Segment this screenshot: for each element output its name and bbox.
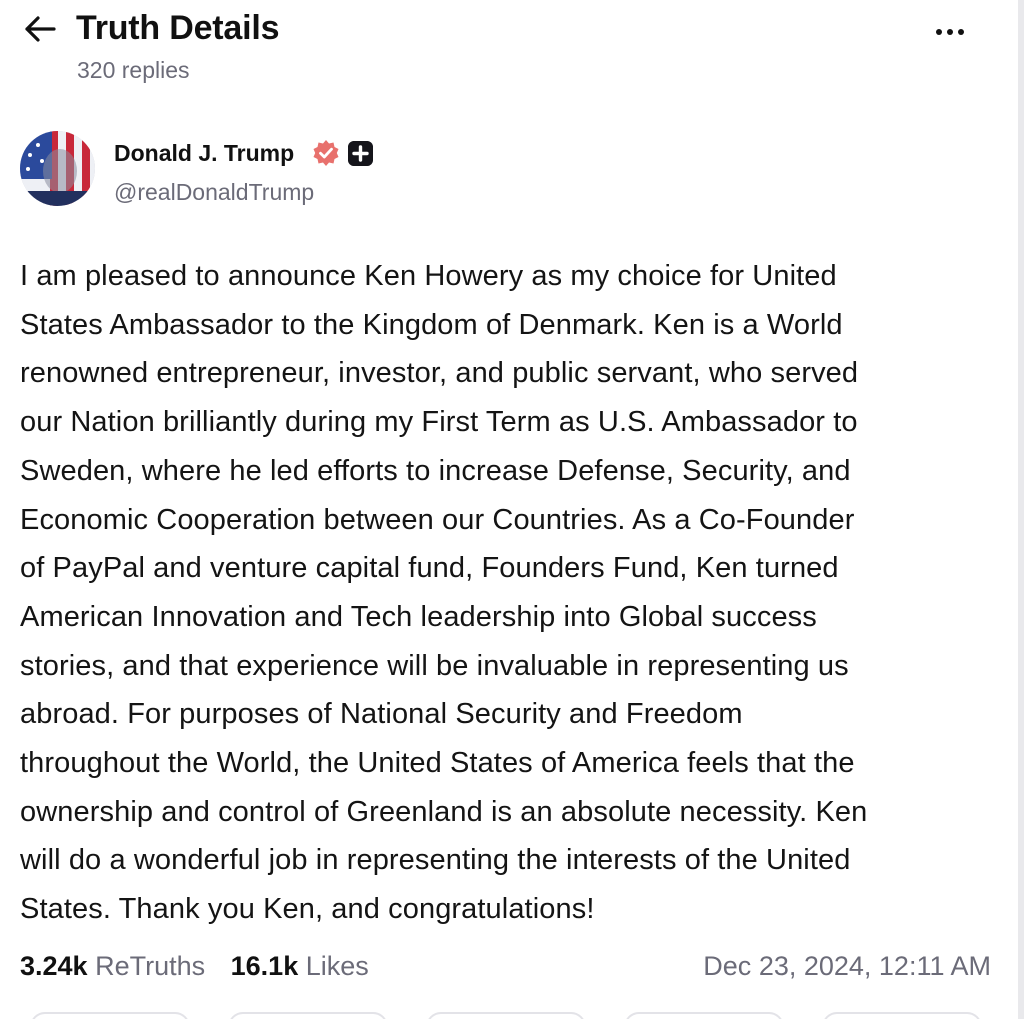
more-options-button[interactable]: [926, 18, 974, 46]
avatar-image: [20, 131, 95, 206]
post-line: stories, and that experience will be inv…: [20, 649, 849, 682]
more-dot: [958, 29, 964, 35]
more-horizontal-icon: [936, 29, 942, 35]
post-line: States Ambassador to the Kingdom of Denm…: [20, 308, 843, 341]
like-action-button[interactable]: [426, 1012, 586, 1019]
back-button[interactable]: [22, 12, 58, 46]
author-name[interactable]: Donald J. Trump: [114, 138, 294, 168]
likes-label: Likes: [305, 951, 369, 981]
share-action-button[interactable]: [822, 1012, 982, 1019]
post-line: abroad. For purposes of National Securit…: [20, 698, 743, 731]
arrow-left-icon: [25, 16, 56, 42]
post-line: ownership and control of Greenland is an…: [20, 795, 868, 828]
reply-action-button[interactable]: [30, 1012, 190, 1019]
page-title: Truth Details: [76, 9, 280, 47]
truth-plus-icon: [348, 141, 373, 166]
likes-stat[interactable]: 16.1k Likes: [231, 951, 369, 981]
reply-count: 320 replies: [77, 57, 190, 83]
post-timestamp: Dec 23, 2024, 12:11 AM: [703, 951, 991, 981]
post-line: our Nation brilliantly during my First T…: [20, 406, 858, 439]
retruth-action-button[interactable]: [228, 1012, 388, 1019]
post-line: of PayPal and venture capital fund, Foun…: [20, 552, 839, 585]
likes-count: 16.1k: [230, 951, 299, 981]
post-line: Economic Cooperation between our Countri…: [20, 503, 855, 536]
post-text: I am pleased to announce Ken Howery as m…: [20, 252, 1005, 934]
scroll-edge: [1018, 0, 1024, 1019]
post-line: renowned entrepreneur, investor, and pub…: [20, 357, 859, 390]
post-line: will do a wonderful job in representing …: [20, 844, 851, 877]
verified-badge-icon: [313, 140, 339, 166]
truth-details-screen: Truth Details 320 replies Donald J. Trum…: [0, 0, 1024, 1019]
post-line: Sweden, where he led efforts to increase…: [20, 454, 851, 487]
retruths-count: 3.24k: [20, 951, 88, 981]
post-line: States. Thank you Ken, and congratulatio…: [20, 893, 595, 926]
more-dot: [947, 29, 953, 35]
post-line: throughout the World, the United States …: [20, 747, 855, 780]
avatar[interactable]: [20, 131, 95, 206]
post-stats: 3.24k ReTruths 16.1k Likes: [20, 948, 387, 984]
post-line: American Innovation and Tech leadership …: [20, 600, 817, 633]
bookmark-action-button[interactable]: [624, 1012, 784, 1019]
retruths-label: ReTruths: [95, 951, 206, 981]
author-handle[interactable]: @realDonaldTrump: [114, 177, 314, 207]
post-line: I am pleased to announce Ken Howery as m…: [20, 260, 837, 292]
retruths-stat[interactable]: 3.24k ReTruths: [20, 951, 205, 981]
